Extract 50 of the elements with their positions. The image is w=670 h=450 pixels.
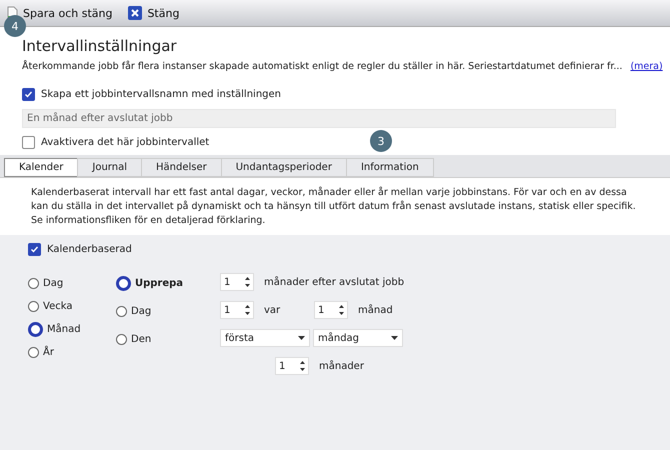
checkbox-label: Skapa ett jobbintervallsnamn med inställningen: [41, 89, 281, 100]
radio-button[interactable]: [116, 306, 127, 316]
more-link[interactable]: (mera): [630, 61, 663, 72]
radio-button[interactable]: [116, 334, 127, 344]
number-spinner[interactable]: 1: [275, 357, 309, 375]
checkbox[interactable]: [22, 88, 35, 101]
checkbox-label: Kalenderbaserad: [47, 244, 132, 255]
spinner-arrows-icon[interactable]: [245, 276, 250, 288]
tab[interactable]: Undantagsperioder: [220, 158, 347, 177]
radio-label: Upprepa: [135, 278, 184, 288]
radio-label: År: [43, 346, 54, 358]
unit-label: månader efter avslutat jobb: [264, 276, 404, 288]
caret-icon[interactable]: [298, 336, 305, 340]
radio-label: Den: [131, 334, 152, 344]
name-field[interactable]: En månad efter avslutat jobb: [22, 109, 616, 128]
checkmark-icon: [24, 90, 33, 99]
unit-label: var: [264, 304, 282, 316]
description-text: Återkommande jobb får flera instanser skapade automatiskt enligt de regler du ställer in här. Seriestartdatumet definierar fr...: [22, 61, 622, 72]
number-spinner[interactable]: 1: [220, 273, 254, 291]
close-button[interactable]: Stäng: [125, 4, 182, 22]
ordinal-dropdown[interactable]: första: [220, 329, 310, 347]
radio-button[interactable]: [28, 346, 39, 358]
tab[interactable]: Kalender: [4, 158, 78, 177]
tab[interactable]: Information: [346, 158, 434, 177]
unit-label: månad: [358, 304, 393, 316]
spinner-arrows-icon[interactable]: [339, 304, 344, 316]
unit-label: månader: [319, 360, 364, 372]
radio-button[interactable]: [28, 300, 39, 312]
radio-button[interactable]: [116, 276, 131, 290]
radio-label: Vecka: [43, 300, 72, 312]
checkmark-icon: [30, 245, 39, 254]
spinner-arrows-icon[interactable]: [245, 304, 250, 316]
checkbox[interactable]: [28, 243, 41, 256]
caret-icon[interactable]: [391, 336, 398, 340]
close-icon: [128, 6, 142, 20]
radio-label: Dag: [131, 306, 152, 316]
radio-label: Dag: [43, 278, 64, 288]
number-spinner[interactable]: 1: [314, 301, 348, 319]
radio-label: Månad: [47, 324, 81, 334]
info-text: Kalenderbaserat intervall har ett fast antal dagar, veckor, månader eller år mellan varje jobbinstans. För var och en av dessa kan du ställa in det intervallet på dynamiskt och ta hänsyn till utfört datum från senast avslutade instans, statisk eller specifik. Se informationsfliken för en detaljerad förklaring.: [0, 178, 670, 235]
weekday-dropdown[interactable]: måndag: [313, 329, 403, 347]
checkbox[interactable]: [22, 136, 35, 149]
radio-button[interactable]: [28, 278, 39, 288]
checkbox-label: Avaktivera det här jobbintervallet: [41, 137, 210, 148]
page-title: Intervallinställningar: [22, 37, 178, 55]
spinner-arrows-icon[interactable]: [300, 360, 305, 372]
tab[interactable]: Journal: [77, 158, 142, 177]
number-spinner[interactable]: 1: [220, 301, 254, 319]
tab[interactable]: Händelser: [140, 158, 222, 177]
radio-button[interactable]: [28, 322, 43, 336]
